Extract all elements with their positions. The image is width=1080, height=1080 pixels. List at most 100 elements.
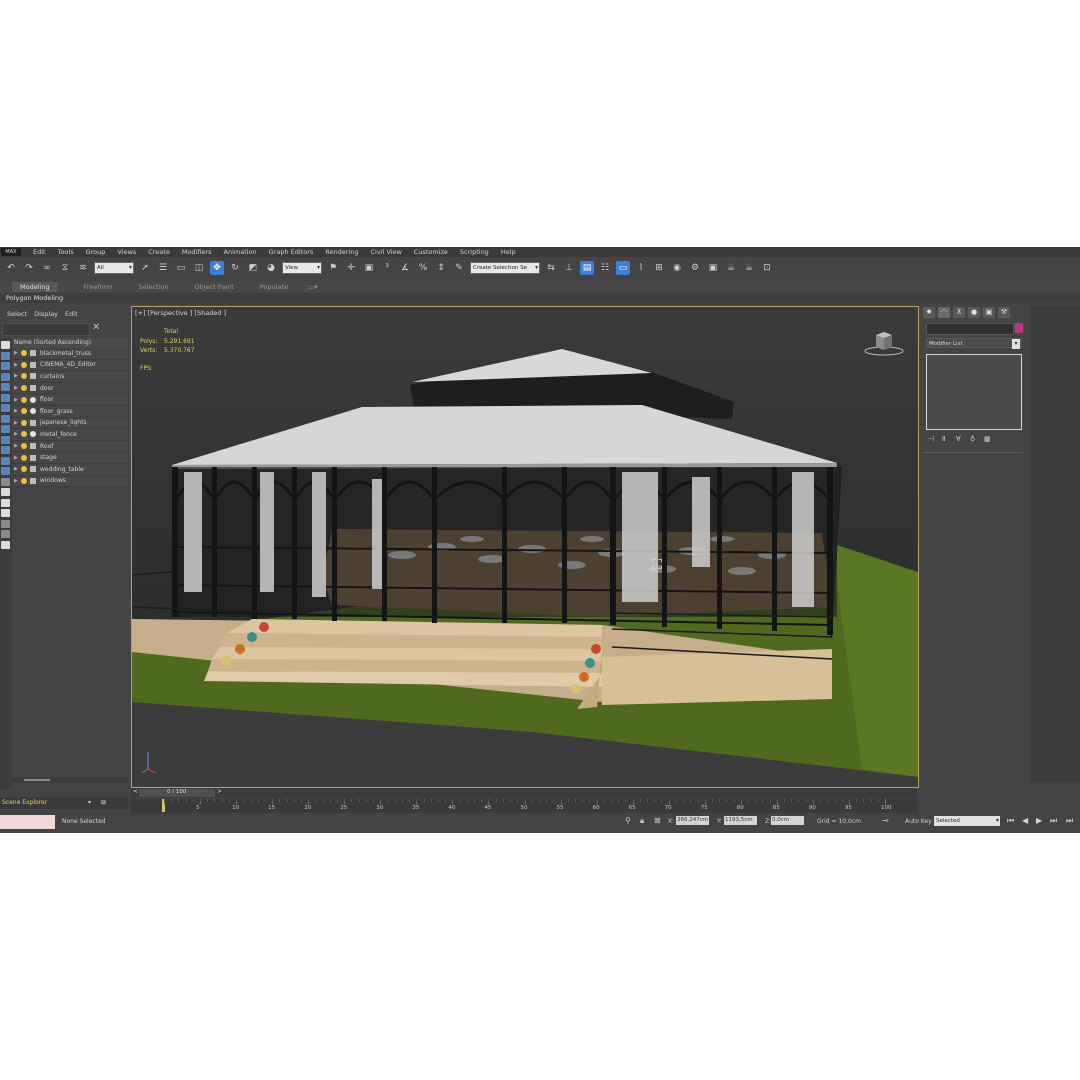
menu-views[interactable]: Views [117,248,136,256]
schematic-view-icon[interactable]: ⊞ [652,261,666,275]
rendered-frame-window-icon[interactable]: ▣ [706,261,720,275]
ribbon-options-icon[interactable]: ▭▾ [308,283,317,291]
display-hidden-icon[interactable] [1,467,10,475]
object-color-swatch[interactable] [1015,323,1023,333]
manipulate-icon[interactable]: ✛ [344,261,358,275]
modify-tab-icon[interactable]: ◠ [938,306,950,318]
hierarchy-tab-icon[interactable]: ⊼ [953,306,965,318]
play-icon[interactable]: ▶ [1036,816,1042,825]
time-prev-button[interactable]: < [133,788,138,795]
bind-space-warp-icon[interactable]: ≋ [76,261,90,275]
pivot-center-icon[interactable]: ⚑ [326,261,340,275]
scrollbar-thumb[interactable] [24,779,50,781]
menu-animation[interactable]: Animation [224,248,257,256]
menu-customize[interactable]: Customize [414,248,448,256]
expand-arrow-icon[interactable]: ▶ [12,443,21,449]
display-containers-icon[interactable] [1,446,10,454]
ribbon-toggle-icon[interactable]: ▭ [616,261,630,275]
display-all-icon[interactable] [1,477,10,486]
pin-stack-icon[interactable]: ⊣ [928,435,940,445]
align-icon[interactable]: ⊥ [562,261,576,275]
spinner-snap-icon[interactable]: ⇕ [434,261,448,275]
visibility-bulb-icon[interactable] [21,361,27,368]
scene-item-metal-fence[interactable]: ▶ metal_fence [12,429,128,441]
expand-arrow-icon[interactable]: ▶ [12,408,21,414]
render-setup-icon[interactable]: ⚙ [688,261,702,275]
maxscript-listener[interactable] [0,815,55,829]
configure-modifier-sets-icon[interactable]: ▦ [984,435,996,445]
menu-rendering[interactable]: Rendering [325,248,358,256]
visibility-bulb-icon[interactable] [21,454,27,461]
link-icon[interactable]: ∞ [40,261,54,275]
display-tab-icon[interactable]: ▣ [983,306,995,318]
visibility-bulb-icon[interactable] [21,350,27,357]
material-editor-icon[interactable]: ◉ [670,261,684,275]
display-bones-icon[interactable] [1,435,10,444]
scene-menu-edit[interactable]: Edit [65,310,78,318]
selection-filter-dropdown[interactable]: All [94,262,134,274]
window-crossing-icon[interactable]: ◫ [192,261,206,275]
y-coordinate-field[interactable]: 1193,5cm [724,816,757,825]
menu-modifiers[interactable]: Modifiers [182,248,212,256]
expand-arrow-icon[interactable]: ▶ [12,397,21,403]
visibility-bulb-icon[interactable] [21,466,27,473]
previous-frame-icon[interactable]: ◀ [1022,816,1028,825]
scene-horizontal-scrollbar[interactable] [12,777,128,783]
scene-item-door[interactable]: ▶ door [12,382,128,395]
visibility-bulb-icon[interactable] [21,419,27,426]
object-name-field[interactable] [926,323,1014,335]
named-selection-set-dropdown[interactable]: Create Selection Se [470,262,540,274]
expand-arrow-icon[interactable]: ▶ [12,466,21,472]
display-children-icon[interactable] [1,509,10,517]
next-frame-icon[interactable]: ⏭ [1050,816,1057,826]
scene-menu-select[interactable]: Select [7,310,27,318]
expand-arrow-icon[interactable]: ▶ [12,362,21,368]
time-next-button[interactable]: > [217,788,222,795]
scene-menu-display[interactable]: Display [34,310,58,318]
expand-arrow-icon[interactable]: ▶ [12,431,21,437]
select-move-icon[interactable]: ✥ [210,261,224,275]
scene-item-floor[interactable]: ▶ floor [12,394,128,406]
expand-arrow-icon[interactable]: ▶ [12,420,21,426]
create-tab-icon[interactable]: ✸ [923,306,935,318]
menu-scripting[interactable]: Scripting [460,248,489,256]
polygon-modeling-label[interactable]: Polygon Modeling [6,294,63,302]
modifier-stack[interactable] [926,354,1022,430]
select-object-icon[interactable]: ➚ [138,261,152,275]
app-logo[interactable]: MAX [1,248,21,256]
viewport-label[interactable]: [+] [Perspective ] [Shaded ] [135,309,226,317]
edit-named-selections-icon[interactable]: ✎ [452,261,466,275]
scene-search-input[interactable] [2,323,90,336]
visibility-bulb-icon[interactable] [21,408,27,415]
tab-populate[interactable]: Populate [260,283,288,291]
expand-arrow-icon[interactable]: ▶ [12,455,21,461]
go-to-end-icon[interactable]: ⏭ [1066,816,1073,826]
render-production-icon[interactable]: ☕ [724,261,738,275]
menu-create[interactable]: Create [148,248,170,256]
scene-item-roof[interactable]: ▶ Roof [12,440,128,453]
sync-selection-icon[interactable] [1,530,10,538]
scene-item-stage[interactable]: ▶ stage [12,452,128,464]
scene-explorer-icon[interactable]: ☷ [598,261,612,275]
render-iterative-icon[interactable]: ☕ [742,261,756,275]
x-coordinate-field[interactable]: 366,247cm [676,816,709,825]
display-none-2-icon[interactable] [1,488,10,496]
track-bar[interactable]: 5 10 15 20 25 30 35 40 45 50 55 60 65 70 75 80 85 90 95 100 [131,799,917,813]
snaps-toggle-icon[interactable]: ³ [380,261,394,275]
go-to-start-icon[interactable]: ⏮ [1007,816,1014,826]
tab-freeform[interactable]: Freeform [84,283,113,291]
modifier-list-dropdown[interactable]: Modifier List [926,338,1022,349]
remove-modifier-icon[interactable]: ♁ [970,435,982,445]
visibility-bulb-icon[interactable] [21,477,27,484]
curve-editor-icon[interactable]: ⌇ [634,261,648,275]
display-spacewarps-icon[interactable] [1,404,10,412]
visibility-bulb-icon[interactable] [21,431,27,438]
find-icon[interactable] [1,540,10,549]
menu-edit[interactable]: Edit [33,248,46,256]
key-filter-dropdown[interactable]: Selected [934,816,1000,826]
auto-key-button[interactable]: Auto Key [905,818,932,825]
motion-tab-icon[interactable]: ● [968,306,980,318]
display-lights-icon[interactable] [1,372,10,381]
display-cameras-icon[interactable] [1,383,10,391]
close-icon[interactable]: ✕ [92,322,100,333]
